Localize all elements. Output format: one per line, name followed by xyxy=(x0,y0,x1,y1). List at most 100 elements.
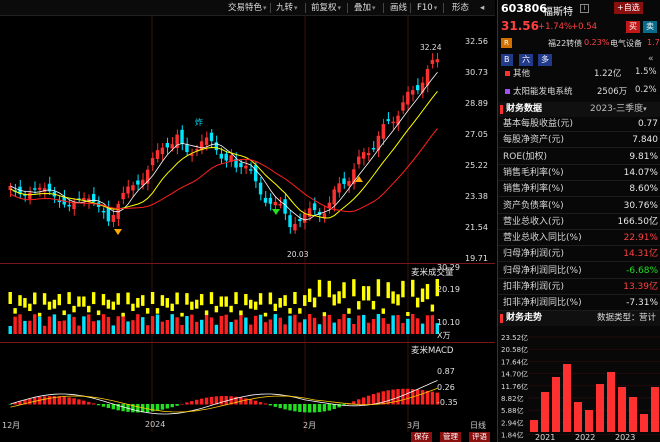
financial-label: 归母净利润(元) xyxy=(503,249,565,260)
macd-histogram-bar xyxy=(298,404,302,412)
tab-duo[interactable]: 多 xyxy=(538,54,552,66)
candle-body xyxy=(391,121,395,124)
trend-bar xyxy=(530,420,538,432)
trend-bar xyxy=(563,364,571,432)
overlay-dropdown[interactable]: 叠加▾ xyxy=(354,2,376,14)
macd-histogram-bar xyxy=(204,397,209,405)
x-label-period[interactable]: 日线 xyxy=(470,420,486,431)
volume-bar xyxy=(33,314,37,334)
financial-row[interactable]: 营业总收入同比(%) 22.91% xyxy=(498,231,660,247)
volume-bar xyxy=(209,292,214,305)
volume-bar xyxy=(170,303,174,312)
macd-histogram-bar xyxy=(87,401,91,405)
volume-bar xyxy=(396,315,400,334)
financial-value: 22.91% xyxy=(623,233,658,244)
tab-b[interactable]: B xyxy=(501,54,513,66)
macd-histogram-bar xyxy=(175,404,179,406)
trend-bar xyxy=(629,397,637,432)
financial-value: 166.50亿 xyxy=(617,216,659,227)
f10-dropdown[interactable]: F10▾ xyxy=(417,2,437,14)
collapse-icon[interactable]: « xyxy=(648,54,654,64)
volume-bar xyxy=(47,316,52,334)
trend-y-label: 1.84亿 xyxy=(501,431,524,440)
volume-bar xyxy=(244,294,248,306)
volume-bar xyxy=(312,317,317,334)
convertible-bond-name[interactable]: 福22转债 xyxy=(548,38,582,49)
financials-title: 财务数据 xyxy=(506,104,543,114)
volume-bar xyxy=(195,321,199,334)
period-select[interactable]: 2023-三季度▾ xyxy=(590,102,647,117)
financial-row[interactable]: 营业总收入(元) 166.50亿 xyxy=(498,215,660,230)
volume-bar xyxy=(62,310,66,316)
price-tick-label: 32.56 xyxy=(465,37,488,46)
info-icon[interactable]: i xyxy=(580,4,589,13)
volume-bar xyxy=(425,284,430,300)
volume-bar xyxy=(67,314,71,334)
macd-histogram-bar xyxy=(170,404,174,408)
volume-bar xyxy=(253,301,258,310)
tab-six[interactable]: 六 xyxy=(519,54,533,66)
candle-body xyxy=(258,182,263,195)
save-button[interactable]: 保存 xyxy=(411,432,432,442)
financial-row[interactable]: 基本每股收益(元) 0.77 xyxy=(498,117,660,132)
change-percent: +1.74% xyxy=(538,22,573,32)
comment-button[interactable]: 评语 xyxy=(469,432,490,442)
financial-row[interactable]: 归母净利润同比(%) -6.68% xyxy=(498,264,660,279)
candle-body xyxy=(268,197,273,204)
sector-name[interactable]: 电气设备 xyxy=(610,38,642,49)
watchlist-button[interactable]: +自选 xyxy=(614,2,643,14)
signal-marker: 炸 xyxy=(195,118,203,127)
volume-bar xyxy=(155,314,160,334)
financial-value: -7.31% xyxy=(626,298,658,309)
financial-label: 扣非净利润同比(%) xyxy=(503,298,582,309)
volume-bar xyxy=(249,299,253,309)
macd-histogram-bar xyxy=(219,396,223,405)
nine-turn-dropdown[interactable]: 九转▾ xyxy=(276,2,298,14)
shape-button[interactable]: 形态 xyxy=(452,2,469,14)
volume-bar xyxy=(8,292,12,304)
financial-row[interactable]: 资产负债率(%) 30.76% xyxy=(498,199,660,214)
buy-button[interactable]: 买 xyxy=(626,21,640,33)
candle-body xyxy=(57,200,61,203)
sell-arrow-icon xyxy=(272,209,280,215)
pre-adjust-dropdown[interactable]: 前复权▾ xyxy=(311,2,341,14)
data-type-select[interactable]: 营计 xyxy=(639,311,656,326)
data-type-label: 数据类型： xyxy=(597,313,640,323)
financial-row[interactable]: 扣非净利润同比(%) -7.31% xyxy=(498,296,660,312)
volume-bar xyxy=(229,321,233,334)
volume-bar xyxy=(234,292,238,305)
volume-bar xyxy=(13,308,17,314)
volume-bar xyxy=(386,282,390,299)
volume-bar xyxy=(298,322,302,334)
financial-row[interactable]: ROE(加权) 9.81% xyxy=(498,150,660,165)
financial-value: 14.31亿 xyxy=(623,249,658,260)
trade-feature-dropdown[interactable]: 交易特色▾ xyxy=(228,2,267,14)
trend-y-label: 11.76亿 xyxy=(501,382,528,391)
financial-value: 8.60% xyxy=(629,184,658,195)
volume-bar xyxy=(411,279,415,297)
financial-row[interactable]: 销售毛利率(%) 14.07% xyxy=(498,166,660,181)
kline-chart[interactable] xyxy=(0,16,495,432)
macd-histogram-bar xyxy=(361,397,366,405)
volume-bar xyxy=(77,296,81,307)
financial-row[interactable]: 销售净利率(%) 8.60% xyxy=(498,182,660,198)
trend-header: 财务走势 数据类型： 营计 xyxy=(498,311,660,326)
business-pct: 0.2% xyxy=(635,85,657,95)
price-tick-label: 28.89 xyxy=(465,99,488,108)
manage-button[interactable]: 管理 xyxy=(440,432,461,442)
volume-bar xyxy=(91,292,96,305)
trend-y-label: 2.94亿 xyxy=(501,418,524,427)
macd-histogram-bar xyxy=(253,400,258,405)
panel-toggle-icon[interactable]: ◂ xyxy=(480,2,484,14)
financial-label: 每股净资产(元) xyxy=(503,135,565,146)
volume-bar xyxy=(347,308,351,314)
financial-row[interactable]: 每股净资产(元) 7.840 xyxy=(498,133,660,149)
candle-body xyxy=(165,142,169,148)
volume-bar xyxy=(96,310,101,316)
financial-row[interactable]: 扣非净利润(元) 13.39亿 xyxy=(498,280,660,295)
draw-line-button[interactable]: 画线 xyxy=(390,2,407,14)
volume-bar xyxy=(249,324,253,334)
volume-bar xyxy=(288,308,292,314)
sell-button[interactable]: 卖 xyxy=(643,21,657,33)
financial-row[interactable]: 归母净利润(元) 14.31亿 xyxy=(498,247,660,263)
